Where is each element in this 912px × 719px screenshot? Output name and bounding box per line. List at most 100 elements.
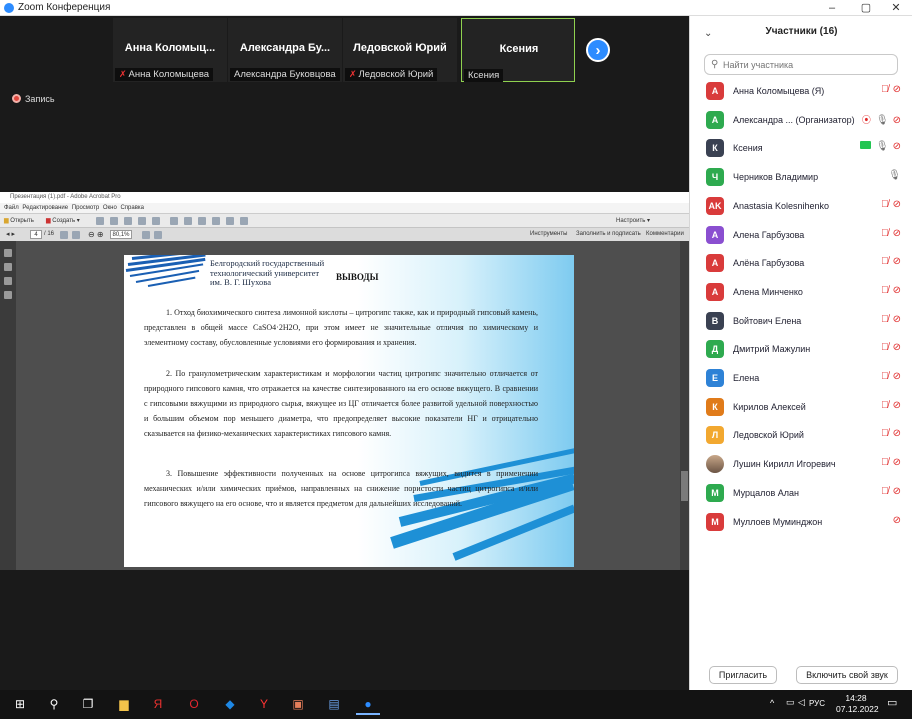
participant-row[interactable]: А Анна Коломыцева (Я) 🎙̸ ⊘: [690, 78, 912, 107]
tray-chevron-icon[interactable]: ^: [770, 698, 774, 708]
mic-icon[interactable]: 🎙: [888, 170, 901, 181]
language-indicator[interactable]: РУС: [809, 699, 825, 708]
participant-row[interactable]: Ч Черников Владимир 🎙: [690, 164, 912, 193]
invite-button[interactable]: Пригласить: [709, 666, 777, 684]
network-icon[interactable]: ▭: [786, 697, 795, 708]
toolbar-icon: [212, 217, 220, 225]
video-tile[interactable]: Ксения Ксения: [461, 18, 575, 82]
participant-status: 🎙̸ ⊘: [881, 486, 901, 497]
tile-name-label: ✗ Ледовской Юрий: [345, 68, 438, 81]
video-off-icon[interactable]: ⊘: [893, 457, 901, 468]
video-tile[interactable]: Анна Коломыц... ✗ Анна Коломыцева: [113, 18, 227, 82]
video-off-icon[interactable]: ⊘: [893, 285, 901, 296]
participant-status: ⦿ 🎙 ⊘: [862, 113, 901, 126]
toolbar-icon: [198, 217, 206, 225]
photos-icon[interactable]: ▣: [286, 694, 310, 715]
yandex-icon[interactable]: Я: [146, 694, 170, 715]
participant-avatar: М: [706, 483, 724, 502]
participant-row[interactable]: К Кирилов Алексей 🎙̸ ⊘: [690, 394, 912, 423]
notifications-icon[interactable]: ▭: [887, 696, 897, 709]
file-explorer-icon[interactable]: ▆: [112, 694, 136, 715]
mic-muted-icon[interactable]: 🎙̸: [881, 314, 889, 325]
yandex-browser-icon[interactable]: Y: [252, 694, 276, 715]
participant-status: 🎙̸ ⊘: [881, 457, 901, 468]
recording-label: Запись: [25, 94, 55, 104]
acrobat-create-button: ▆ Создать ▾: [46, 218, 80, 224]
video-off-icon[interactable]: ⊘: [893, 400, 901, 411]
toolbar-icon: [184, 217, 192, 225]
participant-row[interactable]: Лушин Кирилл Игоревич 🎙̸ ⊘: [690, 451, 912, 480]
participant-row[interactable]: Д Дмитрий Мажулин 🎙̸ ⊘: [690, 336, 912, 365]
video-off-icon[interactable]: ⊘: [893, 515, 901, 526]
acrobat-open-button: ▆ Открыть: [4, 218, 34, 224]
participant-row[interactable]: А Александра ... (Организатор) ⦿ 🎙 ⊘: [690, 107, 912, 136]
video-tile[interactable]: Ледовской Юрий ✗ Ледовской Юрий: [343, 18, 457, 82]
participant-row[interactable]: А Алена Минченко 🎙̸ ⊘: [690, 279, 912, 308]
mic-muted-icon[interactable]: 🎙̸: [881, 457, 889, 468]
participant-status: 🎙̸ ⊘: [881, 314, 901, 325]
video-off-icon[interactable]: ⊘: [893, 371, 901, 382]
opera-icon[interactable]: O: [182, 694, 206, 715]
zoom-app-icon[interactable]: ●: [356, 694, 380, 715]
video-off-icon[interactable]: ⊘: [893, 84, 901, 95]
participant-row[interactable]: Е Елена 🎙̸ ⊘: [690, 365, 912, 394]
video-off-icon[interactable]: ⊘: [893, 428, 901, 439]
participant-name: Дмитрий Мажулин: [733, 344, 811, 355]
participant-row[interactable]: А Алёна Гарбузова 🎙̸ ⊘: [690, 250, 912, 279]
participant-row[interactable]: М Мурцалов Алан 🎙̸ ⊘: [690, 480, 912, 509]
participant-name: Муллоев Муминджон: [733, 516, 823, 527]
page-number-input: 4: [30, 230, 42, 239]
participant-row[interactable]: К Ксения 🎙 ⊘: [690, 135, 912, 164]
video-off-icon[interactable]: ⊘: [893, 141, 901, 152]
next-page-button[interactable]: ›: [586, 38, 610, 62]
video-off-icon[interactable]: ⊘: [893, 256, 901, 267]
maximize-button[interactable]: ▢: [852, 0, 880, 16]
notepad-icon[interactable]: ▤: [322, 694, 346, 715]
participant-row[interactable]: Л Ледовской Юрий 🎙̸ ⊘: [690, 422, 912, 451]
mic-muted-icon[interactable]: 🎙̸: [881, 228, 889, 239]
defender-icon[interactable]: ◆: [218, 694, 242, 715]
taskbar-clock[interactable]: 14:28 07.12.2022: [836, 693, 879, 715]
mic-muted-icon[interactable]: 🎙̸: [881, 256, 889, 267]
video-off-icon[interactable]: ⊘: [893, 342, 901, 353]
participant-avatar: М: [706, 512, 724, 531]
search-icon: ⚲: [711, 59, 719, 70]
participant-row[interactable]: AK Anastasia Kolesnihenko 🎙̸ ⊘: [690, 193, 912, 222]
windows-taskbar: ⊞ ⚲ ❐ ▆ Я O ◆ Y ▣ ▤ ● ^ ▭ ◁ РУС 14:28 07.12.2022 ▭: [0, 690, 912, 719]
mic-muted-icon[interactable]: 🎙̸: [881, 84, 889, 95]
mic-muted-icon[interactable]: 🎙̸: [881, 285, 889, 296]
mic-muted-icon[interactable]: 🎙̸: [881, 342, 889, 353]
participant-avatar: AK: [706, 196, 724, 215]
participant-status: 🎙̸ ⊘: [881, 400, 901, 411]
participant-row[interactable]: А Алена Гарбузова 🎙̸ ⊘: [690, 222, 912, 251]
video-off-icon[interactable]: ⊘: [893, 199, 901, 210]
unmute-self-button[interactable]: Включить свой звук: [796, 666, 898, 684]
video-off-icon[interactable]: ⊘: [893, 115, 901, 126]
mic-muted-icon[interactable]: 🎙̸: [881, 400, 889, 411]
close-button[interactable]: ✕: [882, 0, 910, 16]
participant-row[interactable]: М Муллоев Муминджон ⊘: [690, 509, 912, 538]
search-icon[interactable]: ⚲: [42, 694, 66, 715]
volume-icon[interactable]: ◁: [798, 697, 805, 708]
windows-start-icon[interactable]: ⊞: [8, 694, 32, 715]
video-tile[interactable]: Александра Бу... Александра Буковцова: [228, 18, 342, 82]
video-off-icon[interactable]: ⊘: [893, 486, 901, 497]
mic-muted-icon[interactable]: 🎙̸: [881, 199, 889, 210]
participant-avatar: К: [706, 139, 724, 158]
task-view-icon[interactable]: ❐: [76, 694, 100, 715]
mic-muted-icon[interactable]: 🎙̸: [881, 428, 889, 439]
toolbar-icon: [124, 217, 132, 225]
mic-icon[interactable]: 🎙: [876, 141, 889, 152]
mic-muted-icon[interactable]: 🎙̸: [881, 486, 889, 497]
recording-indicator[interactable]: Запись: [12, 94, 55, 104]
participant-search-input[interactable]: [723, 57, 893, 72]
video-off-icon[interactable]: ⊘: [893, 314, 901, 325]
minimize-button[interactable]: –: [818, 0, 846, 16]
acrobat-customize: Настроить ▾: [616, 218, 650, 224]
mic-icon[interactable]: 🎙: [876, 115, 889, 126]
toolbar-icon: [138, 217, 146, 225]
tile-label-text: Александра Буковцова: [234, 69, 336, 80]
video-off-icon[interactable]: ⊘: [893, 228, 901, 239]
participant-row[interactable]: В Войтович Елена 🎙̸ ⊘: [690, 308, 912, 337]
mic-muted-icon[interactable]: 🎙̸: [881, 371, 889, 382]
